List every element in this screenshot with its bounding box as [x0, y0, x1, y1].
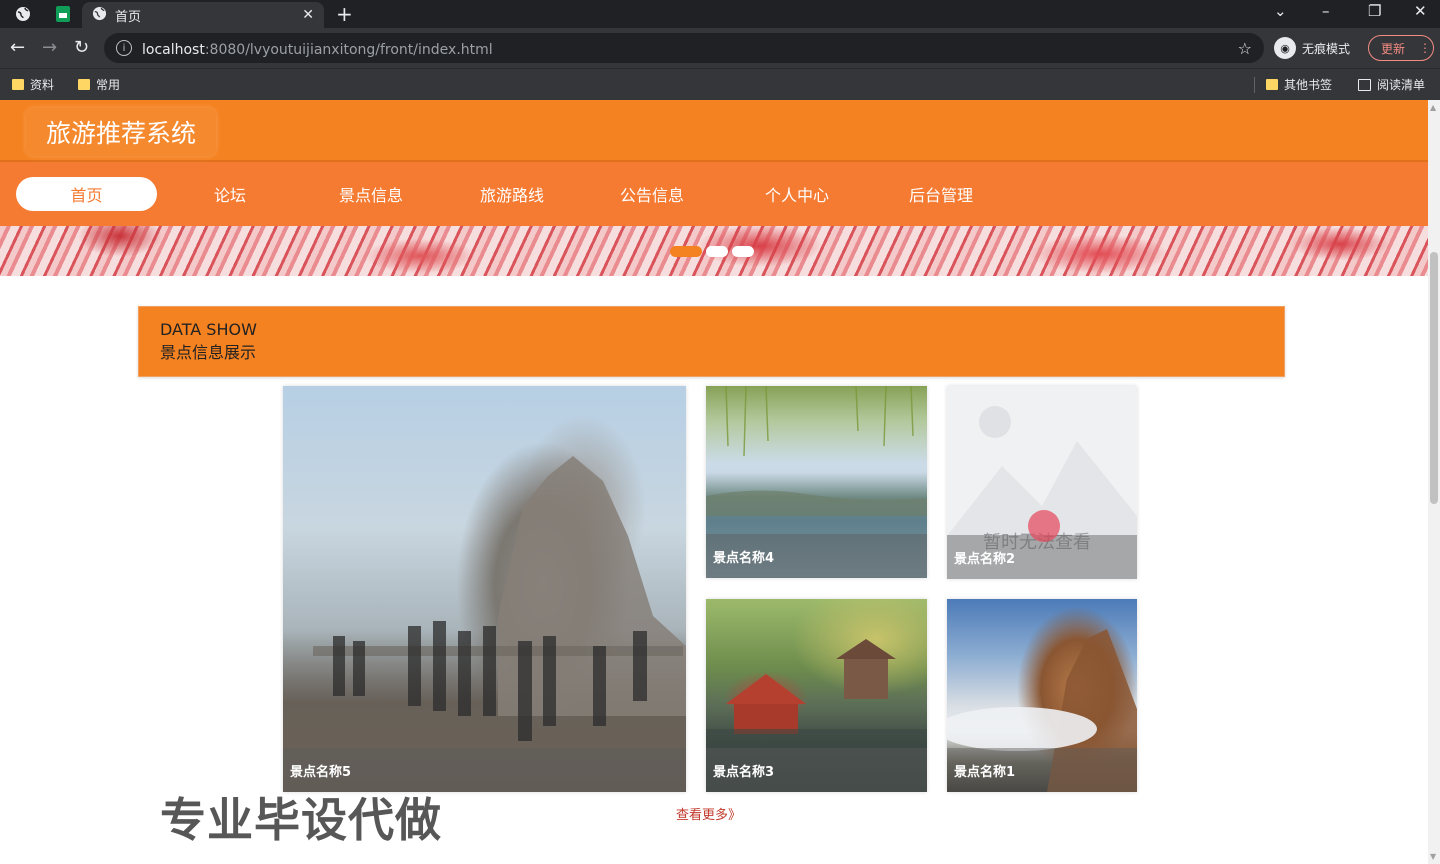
browser-tab-bar: 首页 ✕ + ⌄ – ❐ ✕ [0, 0, 1440, 28]
reading-list[interactable]: 阅读清单 [1358, 76, 1425, 93]
carousel-dot-1[interactable] [670, 246, 702, 257]
incognito-label: 无痕模式 [1302, 41, 1351, 56]
bookmark-label: 阅读清单 [1377, 78, 1426, 92]
more-vert-icon[interactable]: ⋮ [1419, 41, 1431, 55]
address-toolbar: ← → ↻ i localhost:8080/lvyoutuijianxiton… [0, 28, 1440, 68]
scroll-up-arrow-icon[interactable]: ▲ [1430, 103, 1436, 112]
spot-card-5[interactable]: 景点名称5 [283, 386, 686, 792]
section-header: DATA SHOW 景点信息展示 [138, 306, 1285, 377]
close-icon[interactable]: ✕ [302, 7, 314, 23]
update-label: 更新 [1381, 41, 1406, 56]
folder-icon [12, 79, 24, 90]
url-bar[interactable]: i localhost:8080/lvyoutuijianxitong/fron… [104, 33, 1264, 63]
nav-spots[interactable]: 景点信息 [326, 177, 416, 211]
tab-title: 首页 [115, 9, 142, 25]
globe-icon [92, 6, 107, 25]
carousel-dot-3[interactable] [732, 246, 754, 257]
folder-icon [78, 79, 90, 90]
globe-icon[interactable] [12, 4, 34, 24]
info-icon[interactable]: i [116, 40, 132, 56]
nav-routes[interactable]: 旅游路线 [467, 177, 557, 211]
tab-home[interactable]: 首页 ✕ [82, 2, 324, 28]
url-host: localhost [142, 41, 205, 58]
nav-notices[interactable]: 公告信息 [607, 177, 697, 211]
chevron-down-icon[interactable]: ⌄ [1274, 2, 1287, 20]
incognito-icon: ◉ [1274, 37, 1296, 59]
site-header: 旅游推荐系统 [0, 100, 1428, 162]
bookmark-label: 其他书签 [1284, 78, 1333, 92]
bookmark-folder-1[interactable]: 资料 [12, 76, 54, 93]
page-scrollbar[interactable]: ▲ ▼ [1428, 100, 1440, 864]
back-arrow-icon[interactable]: ← [10, 37, 25, 58]
section-title-en: DATA SHOW [160, 320, 257, 339]
spot-name: 景点名称3 [706, 748, 927, 792]
nav-home[interactable]: 首页 [16, 177, 157, 211]
nav-forum[interactable]: 论坛 [190, 177, 270, 211]
reading-list-icon [1358, 78, 1371, 91]
nav-admin[interactable]: 后台管理 [896, 177, 986, 211]
carousel-dot-2[interactable] [706, 246, 728, 257]
window-close-icon[interactable]: ✕ [1414, 2, 1427, 20]
main-nav: 首页 论坛 景点信息 旅游路线 公告信息 个人中心 后台管理 [0, 162, 1428, 226]
folder-icon [1266, 79, 1278, 90]
minimize-icon[interactable]: – [1322, 2, 1330, 20]
hero-carousel[interactable] [0, 226, 1428, 276]
page-viewport: 旅游推荐系统 首页 论坛 景点信息 旅游路线 公告信息 个人中心 后台管理 DA… [0, 100, 1428, 864]
forward-arrow-icon[interactable]: → [42, 37, 57, 58]
bookmark-folder-2[interactable]: 常用 [78, 76, 120, 93]
update-button[interactable]: 更新 ⋮ [1368, 35, 1434, 61]
reload-icon[interactable]: ↻ [74, 37, 89, 58]
url-path: :8080/lvyoutuijianxitong/front/index.htm… [204, 41, 493, 58]
spot-card-3[interactable]: 景点名称3 [706, 599, 927, 792]
view-more-link[interactable]: 查看更多》 [676, 804, 741, 823]
bookmark-star-icon[interactable]: ☆ [1238, 39, 1252, 58]
bookmarks-bar: 资料 常用 其他书签 阅读清单 [0, 68, 1440, 100]
site-title[interactable]: 旅游推荐系统 [26, 108, 217, 156]
section-title-cn: 景点信息展示 [160, 343, 257, 362]
other-bookmarks[interactable]: 其他书签 [1266, 76, 1332, 93]
restore-icon[interactable]: ❐ [1368, 2, 1381, 20]
mouse-cursor-highlight [1028, 510, 1060, 542]
bookmark-separator [1254, 77, 1255, 93]
spot-card-4[interactable]: 景点名称4 [706, 386, 927, 578]
sheets-icon[interactable] [52, 4, 74, 24]
spot-card-1[interactable]: 景点名称1 [947, 599, 1137, 792]
overlay-watermark-text: 专业毕设代做 [160, 793, 442, 847]
bookmark-label: 资料 [30, 78, 55, 92]
new-tab-plus-icon[interactable]: + [336, 2, 353, 26]
scroll-down-arrow-icon[interactable]: ▼ [1430, 852, 1436, 861]
spot-card-2[interactable]: 暂时无法查看 景点名称2 [947, 386, 1137, 579]
bookmark-label: 常用 [96, 78, 121, 92]
nav-profile[interactable]: 个人中心 [752, 177, 842, 211]
spot-image [313, 456, 686, 741]
spot-name: 景点名称4 [706, 534, 927, 578]
spot-name: 景点名称1 [947, 748, 1137, 792]
incognito-indicator[interactable]: ◉ 无痕模式 [1274, 37, 1350, 59]
scrollbar-thumb[interactable] [1430, 252, 1438, 504]
